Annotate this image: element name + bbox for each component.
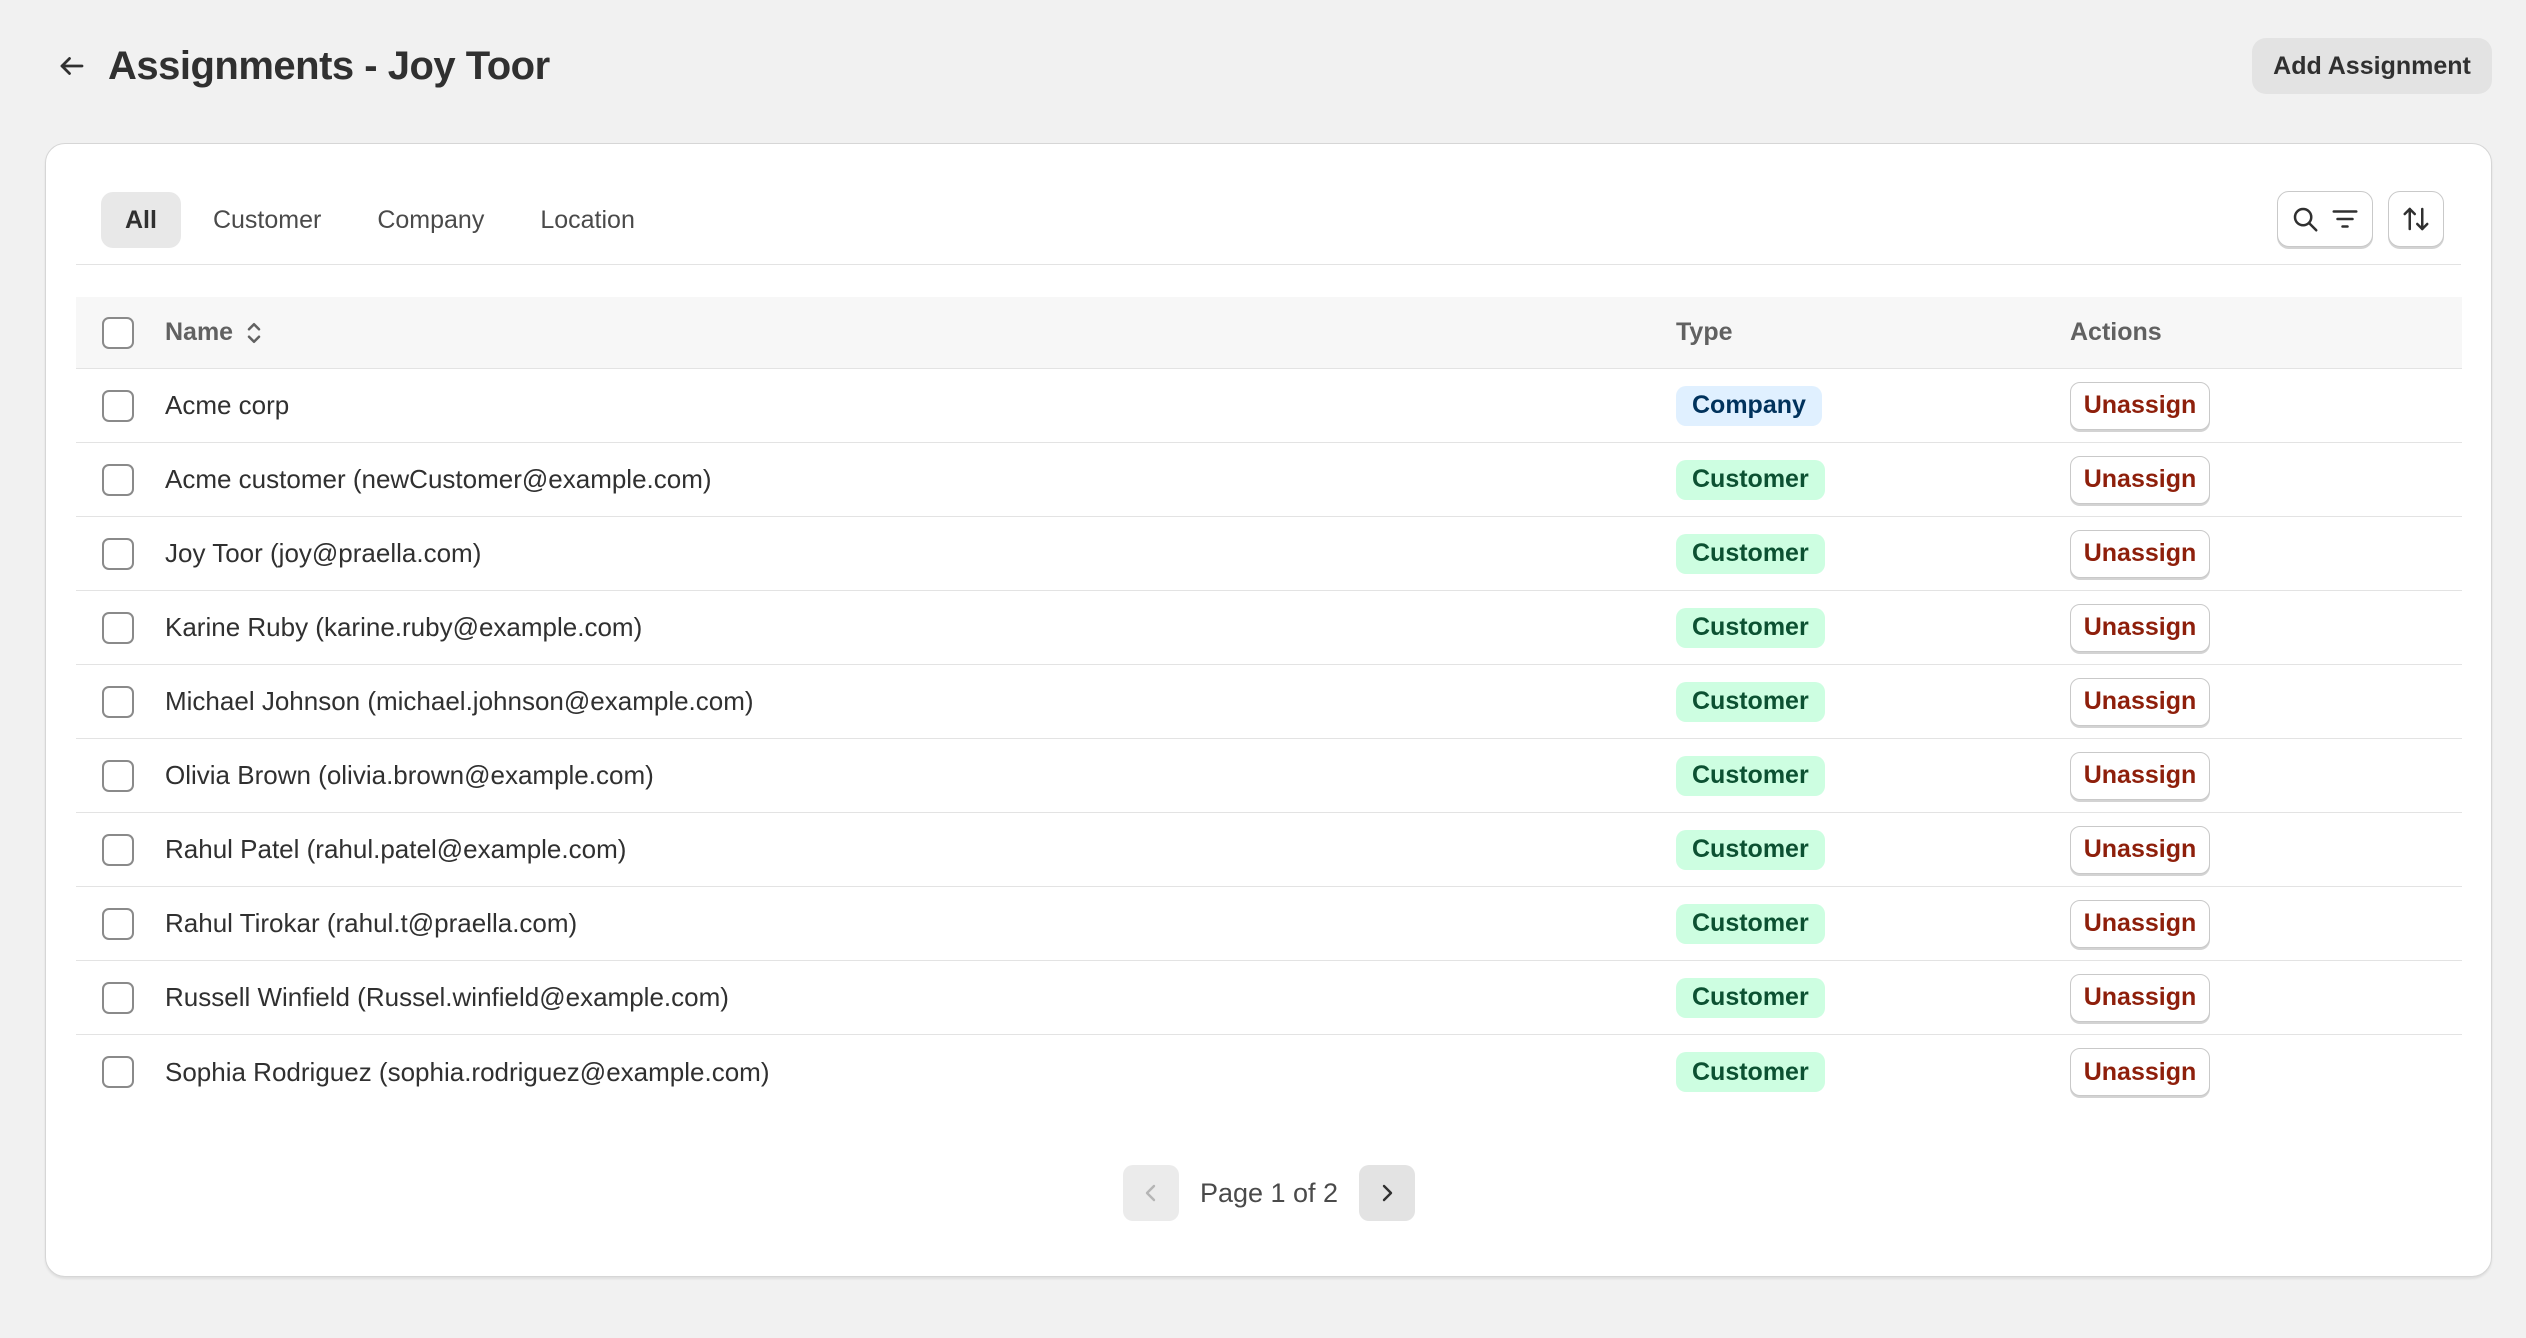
row-checkbox[interactable] — [102, 907, 134, 940]
tab-company[interactable]: Company — [353, 192, 508, 248]
row-checkbox[interactable] — [102, 1056, 134, 1088]
unassign-button[interactable]: Unassign — [2070, 677, 2210, 726]
unassign-button[interactable]: Unassign — [2070, 899, 2210, 948]
row-name: Joy Toor (joy@praella.com) — [165, 538, 482, 568]
row-name: Acme corp — [165, 390, 290, 420]
tab-location[interactable]: Location — [516, 192, 659, 248]
actions-column-header: Actions — [2070, 318, 2162, 346]
sort-icon — [2403, 207, 2429, 231]
row-checkbox[interactable] — [102, 537, 134, 570]
chevron-right-icon — [1382, 1184, 1393, 1202]
name-column-label: Name — [165, 318, 234, 346]
table-row: Rahul Tirokar (rahul.t@praella.com) Cust… — [76, 887, 2462, 961]
tab-all[interactable]: All — [101, 192, 181, 248]
table-row: Karine Ruby (karine.ruby@example.com) Cu… — [76, 591, 2462, 665]
table-row: Olivia Brown (olivia.brown@example.com) … — [76, 739, 2462, 813]
type-column-header: Type — [1676, 318, 1733, 346]
chevron-up-down-icon — [247, 322, 261, 343]
row-checkbox[interactable] — [102, 759, 134, 792]
unassign-button[interactable]: Unassign — [2070, 603, 2210, 652]
unassign-button[interactable]: Unassign — [2070, 381, 2210, 430]
type-badge: Customer — [1676, 977, 1825, 1018]
tab-customer[interactable]: Customer — [189, 192, 345, 248]
type-badge: Customer — [1676, 829, 1825, 870]
select-all-checkbox[interactable] — [102, 316, 134, 349]
row-checkbox[interactable] — [102, 833, 134, 866]
row-name: Olivia Brown (olivia.brown@example.com) — [165, 760, 654, 790]
row-checkbox[interactable] — [102, 463, 134, 496]
table-row: Acme customer (newCustomer@example.com) … — [76, 443, 2462, 517]
row-name: Michael Johnson (michael.johnson@example… — [165, 686, 754, 716]
row-checkbox[interactable] — [102, 611, 134, 644]
table-row: Joy Toor (joy@praella.com) Customer Unas… — [76, 517, 2462, 591]
filter-tabs: All Customer Company Location — [101, 192, 659, 248]
arrow-left-icon — [60, 57, 84, 75]
name-column-header[interactable]: Name — [165, 318, 265, 348]
type-badge: Customer — [1676, 755, 1825, 796]
type-badge: Customer — [1676, 459, 1825, 500]
search-icon — [2293, 207, 2318, 232]
page-indicator: Page 1 of 2 — [1199, 1177, 1339, 1208]
add-assignment-button[interactable]: Add Assignment — [2252, 38, 2492, 94]
back-button[interactable] — [48, 44, 96, 88]
row-checkbox[interactable] — [102, 389, 134, 422]
type-badge: Customer — [1676, 533, 1825, 574]
type-badge: Customer — [1676, 903, 1825, 944]
chevron-left-icon — [1145, 1184, 1156, 1202]
table-row: Acme corp Company Unassign — [76, 369, 2462, 443]
filter-icon — [2332, 210, 2358, 228]
assignments-card: All Customer Company Location Name Type … — [45, 143, 2492, 1277]
row-name: Karine Ruby (karine.ruby@example.com) — [165, 612, 643, 642]
page-title: Assignments - Joy Toor — [108, 44, 550, 88]
pagination: Page 1 of 2 — [1123, 1165, 1415, 1221]
unassign-button[interactable]: Unassign — [2070, 825, 2210, 874]
tabs-divider — [76, 264, 2461, 265]
unassign-button[interactable]: Unassign — [2070, 455, 2210, 504]
row-name: Acme customer (newCustomer@example.com) — [165, 464, 712, 494]
type-badge: Customer — [1676, 1052, 1825, 1092]
table-row: Russell Winfield (Russel.winfield@exampl… — [76, 961, 2462, 1035]
row-name: Sophia Rodriguez (sophia.rodriguez@examp… — [165, 1056, 770, 1087]
table-header: Name Type Actions — [76, 297, 2462, 369]
type-badge: Company — [1676, 385, 1822, 426]
table-row: Sophia Rodriguez (sophia.rodriguez@examp… — [76, 1035, 2462, 1109]
unassign-button[interactable]: Unassign — [2070, 529, 2210, 578]
type-badge: Customer — [1676, 607, 1825, 648]
unassign-button[interactable]: Unassign — [2070, 751, 2210, 800]
row-name: Rahul Patel (rahul.patel@example.com) — [165, 834, 627, 864]
row-name: Rahul Tirokar (rahul.t@praella.com) — [165, 908, 578, 938]
assignments-table: Name Type Actions Acme corp Company Unas… — [76, 297, 2462, 1109]
table-row: Michael Johnson (michael.johnson@example… — [76, 665, 2462, 739]
row-checkbox[interactable] — [102, 981, 134, 1014]
row-checkbox[interactable] — [102, 685, 134, 718]
unassign-button[interactable]: Unassign — [2070, 1048, 2210, 1096]
search-filter-button[interactable] — [2277, 191, 2373, 247]
next-page-button[interactable] — [1359, 1165, 1415, 1221]
previous-page-button[interactable] — [1123, 1165, 1179, 1221]
unassign-button[interactable]: Unassign — [2070, 973, 2210, 1022]
table-row: Rahul Patel (rahul.patel@example.com) Cu… — [76, 813, 2462, 887]
row-name: Russell Winfield (Russel.winfield@exampl… — [165, 982, 729, 1012]
page-header: Assignments - Joy Toor Add Assignment — [0, 0, 2526, 140]
sort-button[interactable] — [2388, 191, 2444, 247]
type-badge: Customer — [1676, 681, 1825, 722]
